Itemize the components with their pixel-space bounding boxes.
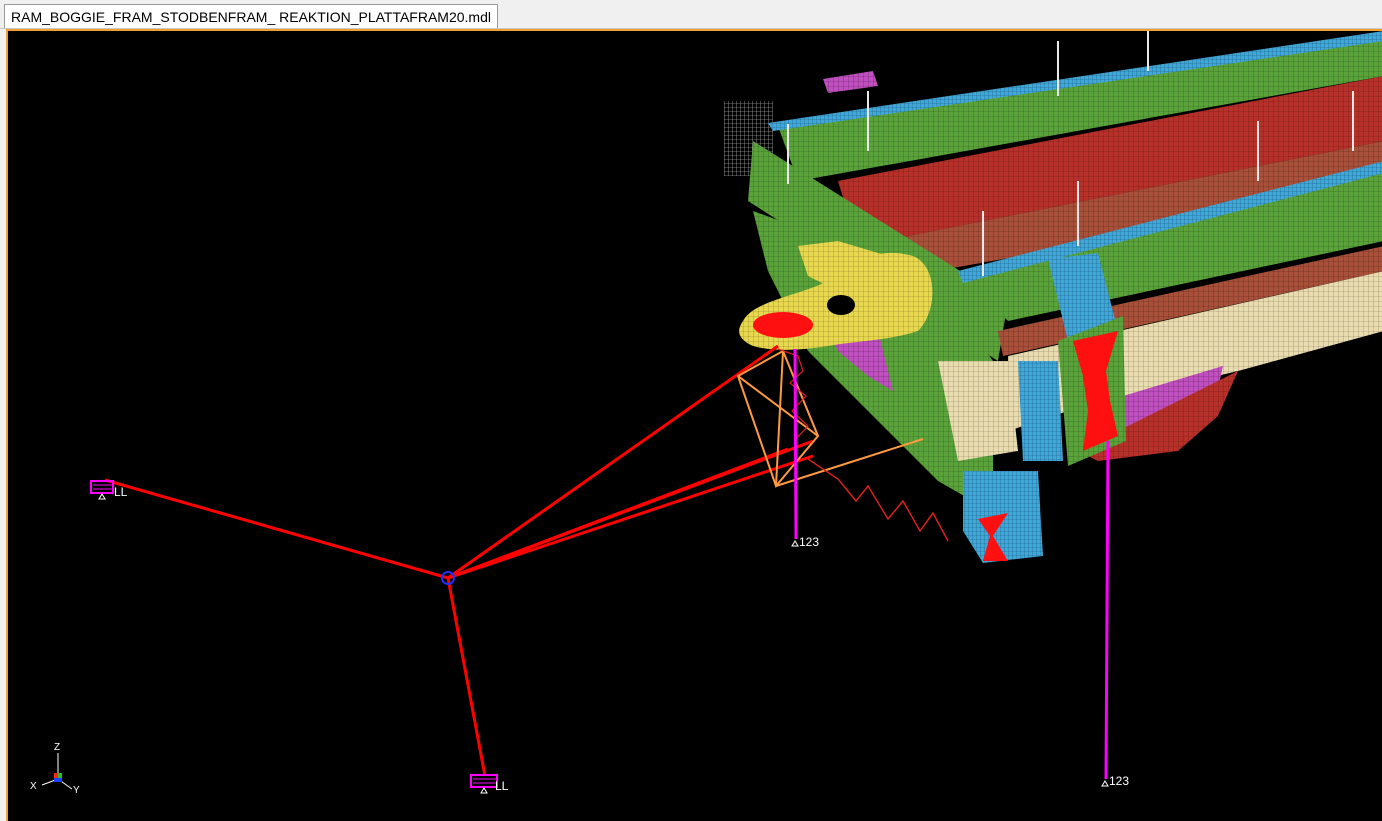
axis-triad: Z X Y — [30, 742, 80, 796]
model-tab[interactable]: RAM_BOGGIE_FRAM_STODBENFRAM_ REAKTION_PL… — [4, 4, 498, 28]
constraint-label-mid: 123 — [799, 535, 819, 549]
constraint-label-right: 123 — [1109, 774, 1129, 788]
model-canvas[interactable]: LL LL 123 123 Z X Y — [8, 31, 1382, 821]
axis-x-label: X — [30, 781, 37, 792]
constraint-label-bottom: LL — [495, 779, 509, 793]
axis-z-label: Z — [54, 742, 60, 753]
spring-zigzag[interactable] — [807, 458, 949, 542]
tab-bar: RAM_BOGGIE_FRAM_STODBENFRAM_ REAKTION_PL… — [0, 0, 1382, 29]
constraint-symbol-bottom[interactable]: LL — [470, 774, 509, 794]
frame-mesh[interactable] — [724, 31, 1382, 563]
graphics-viewport[interactable]: LL LL 123 123 Z X Y — [6, 29, 1382, 821]
constraint-label-left: LL — [114, 485, 128, 499]
rigid-elements[interactable] — [104, 344, 814, 777]
axis-y-label: Y — [73, 785, 80, 796]
